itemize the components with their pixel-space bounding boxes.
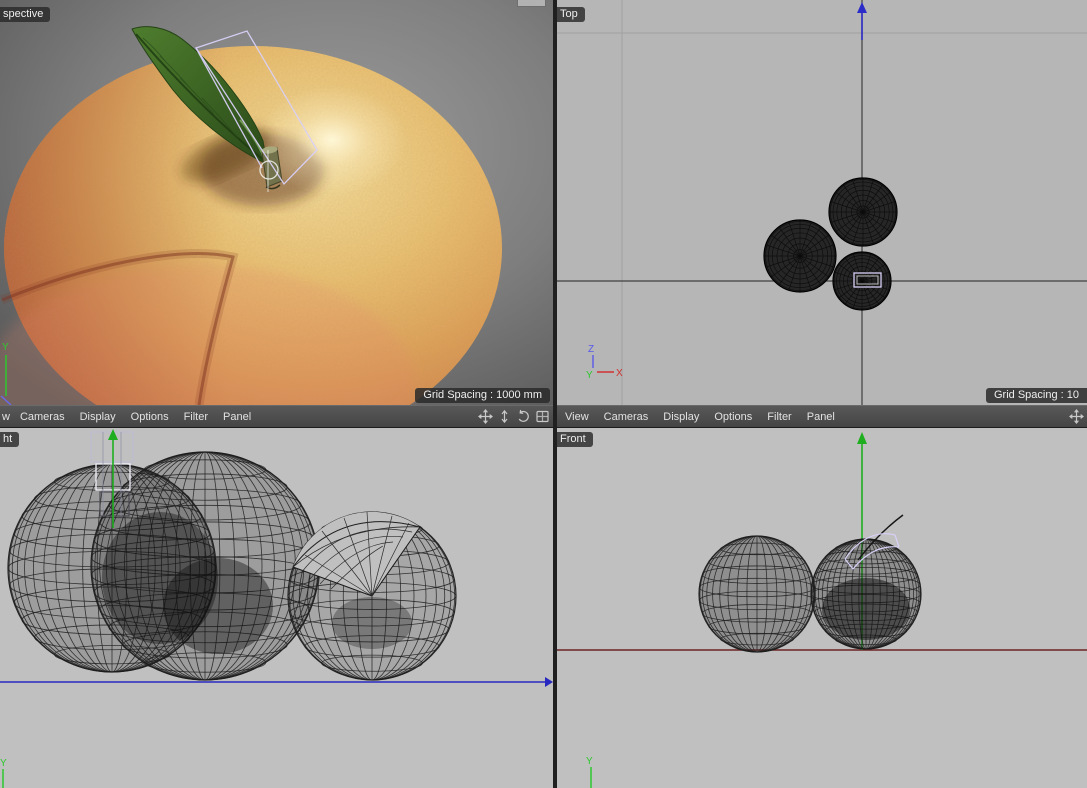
menu-display[interactable]: Display bbox=[80, 411, 116, 423]
viewport-menubar-front-view: View Cameras Display Options Filter Pane… bbox=[557, 405, 1087, 428]
application-window: Y spective Grid Spacing : 1000 mm Z Y X … bbox=[0, 0, 1087, 788]
viewport-divider[interactable] bbox=[553, 0, 557, 788]
menu-panel[interactable]: Panel bbox=[223, 411, 251, 423]
menu-options[interactable]: Options bbox=[714, 411, 752, 423]
view-control-icons bbox=[478, 409, 553, 424]
axis-y-label: Y bbox=[2, 342, 9, 353]
menu-view[interactable]: View bbox=[565, 411, 589, 423]
grid-lines bbox=[557, 0, 1087, 405]
view-control-icons bbox=[1069, 409, 1087, 424]
z-axis-arrow bbox=[0, 677, 553, 687]
cropped-toolbar-icon bbox=[517, 0, 546, 7]
zoom-view-icon[interactable] bbox=[497, 409, 512, 424]
move-view-icon[interactable] bbox=[478, 409, 493, 424]
viewport-front[interactable]: Y Front bbox=[557, 428, 1087, 788]
menu-view-cropped[interactable]: w bbox=[2, 411, 10, 423]
axis-y-label: Y bbox=[586, 370, 593, 381]
viewport-menubar-right-view: w Cameras Display Options Filter Panel bbox=[0, 405, 553, 428]
axis-x-label: X bbox=[616, 368, 623, 379]
move-view-icon[interactable] bbox=[1069, 409, 1084, 424]
menu-cameras[interactable]: Cameras bbox=[604, 411, 649, 423]
viewport-perspective[interactable]: Y spective Grid Spacing : 1000 mm bbox=[0, 0, 553, 405]
axis-z-label: Z bbox=[588, 344, 594, 355]
menu-filter[interactable]: Filter bbox=[767, 411, 791, 423]
toggle-active-view-icon[interactable] bbox=[535, 409, 550, 424]
menu-cameras[interactable]: Cameras bbox=[20, 411, 65, 423]
viewport-right-side[interactable]: Y ht bbox=[0, 428, 553, 788]
axis-y-label: Y bbox=[586, 756, 593, 767]
z-axis-arrow bbox=[857, 2, 867, 40]
axis-gizmo-right-view: Y bbox=[0, 758, 7, 788]
menu-panel[interactable]: Panel bbox=[807, 411, 835, 423]
axis-gizmo-front: Y bbox=[586, 756, 593, 788]
menu-display[interactable]: Display bbox=[663, 411, 699, 423]
axis-y-label: Y bbox=[0, 758, 7, 769]
menu-options[interactable]: Options bbox=[131, 411, 169, 423]
wireframe-apples-front-view[interactable] bbox=[698, 535, 922, 653]
viewport-top[interactable]: Z Y X Top Grid Spacing : 10 bbox=[557, 0, 1087, 405]
rotate-view-icon[interactable] bbox=[516, 409, 531, 424]
menu-filter[interactable]: Filter bbox=[184, 411, 208, 423]
axis-gizmo-top: Z Y X bbox=[586, 344, 623, 381]
wireframe-spheres-top[interactable] bbox=[763, 177, 898, 311]
